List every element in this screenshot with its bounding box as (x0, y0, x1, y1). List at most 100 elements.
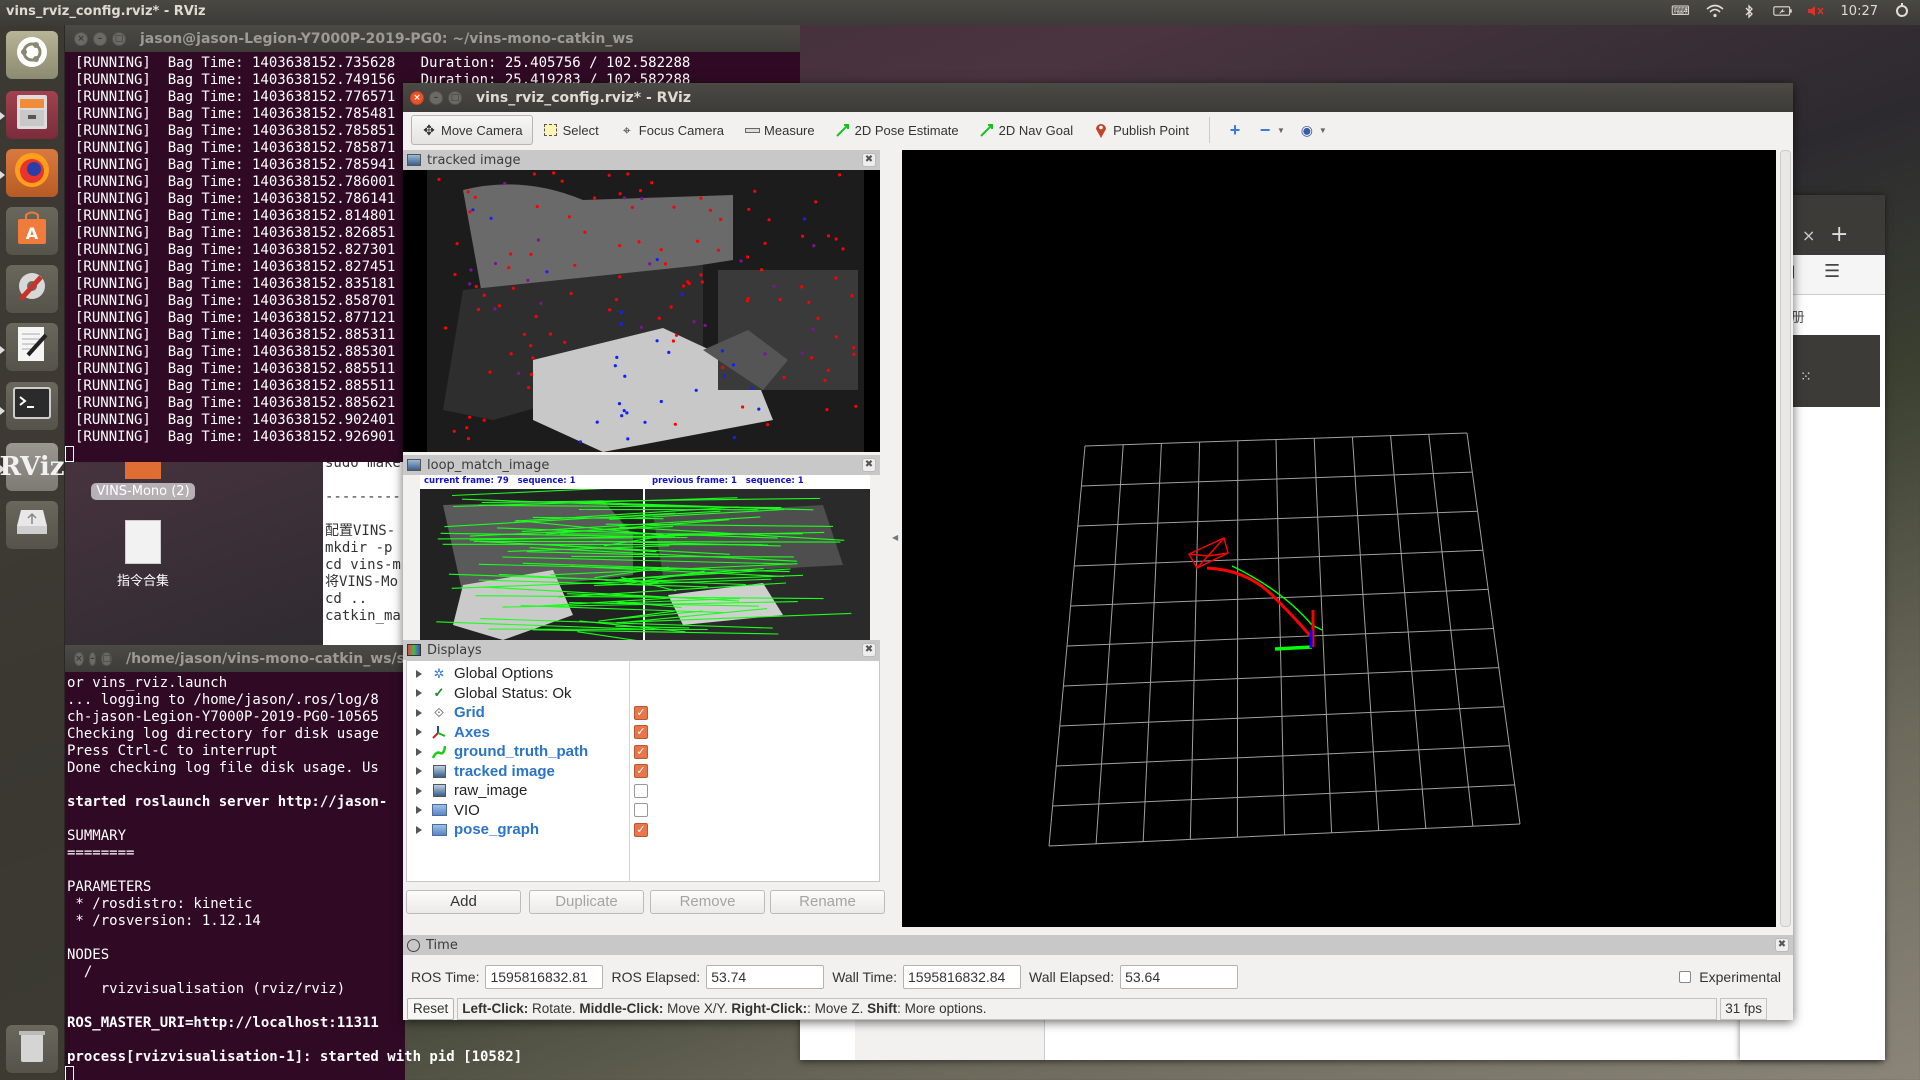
launcher-rviz[interactable]: RViz (0, 443, 65, 491)
tool-focus-camera[interactable]: ⌖ Focus Camera (609, 115, 734, 145)
display-item-axes[interactable]: Axes ✓ (407, 723, 879, 742)
panel-header[interactable]: tracked image ✖ (403, 150, 880, 170)
expand-arrow-icon[interactable] (416, 747, 422, 756)
wifi-icon[interactable] (1705, 3, 1725, 19)
tool-2d-pose-estimate[interactable]: 2D Pose Estimate (825, 115, 969, 145)
maximize-button[interactable]: □ (448, 90, 462, 105)
scene-canvas[interactable] (902, 150, 1776, 927)
display-item-ground-truth-path[interactable]: ground_truth_path ✓ (407, 742, 879, 761)
launcher-trash[interactable] (6, 1025, 58, 1073)
close-panel-icon[interactable]: ✖ (862, 153, 876, 167)
tool-2d-nav-goal[interactable]: 2D Nav Goal (969, 115, 1083, 145)
maximize-button[interactable]: □ (101, 651, 112, 666)
tool-move-camera[interactable]: ✥ Move Camera (411, 115, 533, 145)
display-enable-checkbox[interactable]: ✓ (634, 725, 648, 739)
close-button[interactable]: × (74, 651, 84, 666)
folder-icon (431, 802, 447, 818)
expand-arrow-icon[interactable] (416, 728, 422, 736)
add-tool-button[interactable]: + (1220, 115, 1250, 145)
close-panel-icon[interactable]: ✖ (1775, 938, 1789, 952)
launcher-settings[interactable] (6, 265, 58, 313)
grid-view-icon[interactable]: ⁙ (1800, 369, 1812, 385)
expand-arrow-icon[interactable] (416, 767, 422, 775)
tool-publish-point[interactable]: Publish Point (1083, 115, 1199, 145)
tool-measure[interactable]: Measure (734, 115, 825, 145)
display-enable-checkbox[interactable]: ✓ (634, 822, 648, 837)
feature-point (834, 335, 838, 339)
display-item-global-status-ok[interactable]: ✓ Global Status: Ok (407, 684, 879, 703)
wall-time-field[interactable]: 1595816832.84 (903, 964, 1022, 989)
minimize-button[interactable]: – (93, 31, 107, 46)
launcher-usb[interactable] (6, 501, 58, 549)
display-enable-checkbox[interactable]: ✓ (634, 744, 648, 759)
remove-tool-button[interactable]: − ▼ (1250, 115, 1292, 145)
expand-arrow-icon[interactable] (416, 786, 422, 795)
expand-arrow-icon[interactable] (416, 669, 422, 678)
display-item-grid[interactable]: ⟐ Grid ✓ (407, 703, 879, 722)
expand-arrow-icon[interactable] (416, 708, 422, 717)
feature-point (607, 173, 611, 177)
desktop-icon-commands[interactable]: 指令合集 (88, 520, 198, 589)
power-gear-icon[interactable] (1892, 3, 1912, 19)
reset-button[interactable]: Reset (407, 997, 455, 1020)
ros-time-field[interactable]: 1595816832.81 (485, 964, 604, 989)
rviz-titlebar[interactable]: × – □ vins_rviz_config.rviz* - RViz (403, 83, 1793, 112)
launcher-text-editor[interactable] (6, 323, 58, 371)
right-panel-collapsed[interactable] (1780, 150, 1791, 927)
volume-muted-icon[interactable] (1807, 3, 1827, 19)
3d-render-view[interactable] (902, 150, 1776, 927)
display-enable-checkbox[interactable]: ✓ (634, 705, 648, 720)
menu-icon[interactable]: ☰ (1824, 261, 1840, 282)
display-item-tracked-image[interactable]: tracked image ✓ (407, 762, 879, 781)
launcher-software[interactable]: A (6, 207, 58, 255)
terminal-titlebar[interactable]: × – □ jason@jason-Legion-Y7000P-2019-PG0… (65, 25, 800, 52)
display-enable-checkbox[interactable]: ✓ (634, 764, 648, 778)
display-item-vio[interactable]: VIO (407, 801, 879, 820)
minimize-button[interactable]: – (429, 90, 443, 105)
launcher-files[interactable] (6, 91, 58, 139)
clock[interactable]: 10:27 (1841, 4, 1878, 19)
bluetooth-icon[interactable] (1739, 3, 1759, 19)
tool-select[interactable]: Select (533, 115, 609, 145)
wall-elapsed-field[interactable]: 53.64 (1120, 964, 1239, 989)
experimental-checkbox[interactable] (1679, 970, 1692, 983)
display-item-pose-graph[interactable]: pose_graph ✓ (407, 820, 879, 839)
close-tab-icon[interactable]: × (1802, 226, 1815, 245)
terminal-titlebar[interactable]: × – □ /home/jason/vins-mono-catkin_ws/s (65, 645, 405, 672)
collapse-left-handle[interactable]: ◀ (892, 533, 898, 542)
launcher-firefox[interactable] (6, 149, 58, 197)
display-enable-checkbox[interactable] (634, 783, 648, 798)
rename-display-button[interactable]: Rename (770, 890, 885, 914)
rviz-window[interactable]: × – □ vins_rviz_config.rviz* - RViz ✥ Mo… (403, 83, 1793, 1020)
new-tab-icon[interactable]: + (1830, 222, 1848, 247)
expand-arrow-icon[interactable] (416, 806, 422, 814)
duplicate-display-button[interactable]: Duplicate (529, 890, 644, 914)
close-button[interactable]: × (410, 90, 424, 105)
view-options-button[interactable]: ◉ ▼ (1292, 115, 1334, 145)
terminal-window-roslaunch[interactable]: × – □ /home/jason/vins-mono-catkin_ws/s … (65, 645, 522, 1080)
remove-tool-icon: − (1259, 119, 1271, 140)
add-display-button[interactable]: Add (406, 890, 521, 914)
close-panel-icon[interactable]: ✖ (862, 643, 876, 657)
panel-header[interactable]: Time ✖ (403, 935, 1793, 955)
keyboard-icon[interactable]: ⌨ (1671, 3, 1691, 19)
expand-arrow-icon[interactable] (416, 825, 422, 834)
close-panel-icon[interactable]: ✖ (862, 458, 876, 472)
launcher-terminal[interactable] (6, 382, 58, 430)
panel-header[interactable]: loop_match_image ✖ (403, 455, 880, 475)
close-button[interactable]: × (74, 31, 88, 46)
display-item-raw-image[interactable]: raw_image (407, 781, 879, 800)
panel-header[interactable]: Displays ✖ (403, 640, 880, 660)
display-enable-checkbox[interactable] (634, 803, 648, 817)
maximize-button[interactable]: □ (112, 31, 126, 46)
remove-display-button[interactable]: Remove (650, 890, 765, 914)
ros-elapsed-field[interactable]: 53.74 (706, 964, 825, 989)
feature-point (443, 326, 448, 330)
battery-icon[interactable] (1772, 3, 1793, 19)
feature-point (630, 205, 634, 209)
feature-point (620, 414, 624, 418)
minimize-button[interactable]: – (88, 651, 97, 666)
expand-arrow-icon[interactable] (416, 689, 422, 697)
launcher-dash[interactable] (6, 31, 58, 79)
display-item-global-options[interactable]: ✲ Global Options (407, 664, 879, 683)
